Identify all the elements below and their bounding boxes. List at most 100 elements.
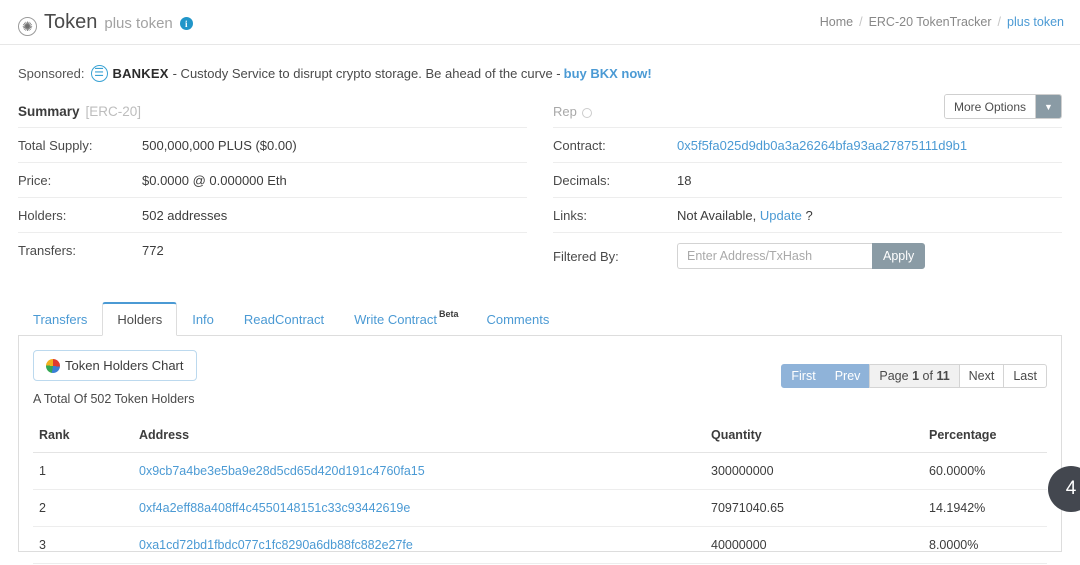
chevron-down-icon[interactable]: ▼ (1035, 95, 1061, 118)
holder-address-link[interactable]: 0x9cb7a4be3e5ba9e28d5cd65d420d191c4760fa… (139, 464, 425, 478)
holder-address-link[interactable]: 0xa1cd72bd1fbdc077c1fc8290a6db88fc882e27… (139, 538, 413, 552)
apply-button[interactable]: Apply (872, 243, 925, 269)
summary-badge: [ERC-20] (86, 104, 142, 119)
row-key: Holders: (18, 208, 142, 223)
tab-holders[interactable]: Holders (102, 302, 177, 336)
column-header-percentage: Percentage (923, 422, 1047, 453)
breadcrumb-separator: / (859, 15, 862, 29)
summary-header: Summary [ERC-20] (18, 96, 527, 128)
details-row-links: Links: Not Available, Update ? (553, 198, 1062, 233)
breadcrumb-separator: / (998, 15, 1001, 29)
page-current: 1 (912, 369, 919, 383)
token-identity: ✺ Token plus token i (18, 11, 193, 34)
table-header-row: Rank Address Quantity Percentage (33, 422, 1047, 453)
column-header-address: Address (133, 422, 705, 453)
tabs-section: Transfers Holders Info ReadContract Writ… (0, 279, 1080, 336)
cell-rank: 3 (33, 527, 133, 564)
pagination: First Prev Page 1 of 11 Next Last (781, 364, 1047, 388)
breadcrumb-home[interactable]: Home (820, 15, 853, 29)
filter-input[interactable] (677, 243, 872, 269)
table-row: 3 0xa1cd72bd1fbdc077c1fc8290a6db88fc882e… (33, 527, 1047, 564)
more-options-button[interactable]: More Options ▼ (944, 94, 1062, 119)
tab-transfers[interactable]: Transfers (18, 302, 102, 336)
cell-quantity: 300000000 (705, 453, 923, 490)
row-key: Transfers: (18, 243, 142, 258)
info-panels: Summary [ERC-20] Total Supply: 500,000,0… (0, 96, 1080, 279)
row-value: 772 (142, 243, 164, 258)
cell-address: 0xf4a2eff88a408ff4c4550148151c33c9344261… (133, 490, 705, 527)
summary-row-holders: Holders: 502 addresses (18, 198, 527, 233)
cell-address: 0x9cb7a4be3e5ba9e28d5cd65d420d191c4760fa… (133, 453, 705, 490)
row-value: $0.0000 @ 0.000000 Eth (142, 173, 287, 188)
column-header-rank: Rank (33, 422, 133, 453)
row-key: Price: (18, 173, 142, 188)
pagination-first-button[interactable]: First (781, 364, 825, 388)
details-panel: Rep More Options ▼ Contract: 0x5f5fa025d… (553, 96, 1062, 279)
tab-label: Write Contract (354, 312, 437, 327)
summary-row-total-supply: Total Supply: 500,000,000 PLUS ($0.00) (18, 128, 527, 163)
cell-percentage: 60.0000% (923, 453, 1047, 490)
cell-percentage: 8.0000% (923, 527, 1047, 564)
sponsored-label: Sponsored: (18, 66, 85, 81)
floating-badge-label: 4 (1066, 478, 1077, 500)
tab-label: ReadContract (244, 312, 324, 327)
tab-beta-badge: Beta (439, 309, 459, 319)
row-key: Contract: (553, 138, 677, 153)
contract-address-link[interactable]: 0x5f5fa025d9db0a3a26264bfa93aa27875111d9… (677, 138, 967, 153)
tab-label: Holders (117, 312, 162, 327)
page-total: 11 (936, 369, 949, 383)
column-header-quantity: Quantity (705, 422, 923, 453)
page-title: Token (44, 11, 97, 34)
links-help: ? (805, 208, 812, 223)
summary-panel: Summary [ERC-20] Total Supply: 500,000,0… (18, 96, 527, 279)
details-header: Rep More Options ▼ (553, 96, 1062, 128)
token-tracker-page: ✺ Token plus token i Home / ERC-20 Token… (0, 0, 1080, 565)
more-options-label: More Options (945, 95, 1035, 118)
summary-title: Summary (18, 104, 80, 119)
page-header: ✺ Token plus token i Home / ERC-20 Token… (0, 0, 1080, 45)
row-value: 18 (677, 173, 691, 188)
breadcrumb: Home / ERC-20 TokenTracker / plus token (820, 15, 1064, 29)
details-row-filtered-by: Filtered By: Apply (553, 233, 1062, 279)
links-update-link[interactable]: Update (760, 208, 802, 223)
row-key: Total Supply: (18, 138, 142, 153)
page-prefix: Page (879, 369, 908, 383)
holder-address-link[interactable]: 0xf4a2eff88a408ff4c4550148151c33c9344261… (139, 501, 410, 515)
cell-rank: 2 (33, 490, 133, 527)
pagination-last-button[interactable]: Last (1003, 364, 1047, 388)
summary-row-price: Price: $0.0000 @ 0.000000 Eth (18, 163, 527, 198)
tab-readcontract[interactable]: ReadContract (229, 302, 339, 336)
pagination-next-button[interactable]: Next (959, 364, 1005, 388)
cell-quantity: 70971040.65 (705, 490, 923, 527)
details-row-decimals: Decimals: 18 (553, 163, 1062, 198)
table-header: Rank Address Quantity Percentage (33, 422, 1047, 453)
pagination-prev-button[interactable]: Prev (825, 364, 871, 388)
circle-icon (582, 108, 592, 118)
pie-chart-icon (46, 359, 60, 373)
sponsor-cta-link[interactable]: buy BKX now! (564, 66, 652, 81)
breadcrumb-tokentracker[interactable]: ERC-20 TokenTracker (869, 15, 992, 29)
tab-comments[interactable]: Comments (471, 302, 564, 336)
row-key: Decimals: (553, 173, 677, 188)
cell-quantity: 40000000 (705, 527, 923, 564)
token-holders-chart-button[interactable]: Token Holders Chart (33, 350, 197, 381)
page-middle: of (923, 369, 933, 383)
tab-info[interactable]: Info (177, 302, 229, 336)
cell-rank: 1 (33, 453, 133, 490)
sponsored-banner: Sponsored: ☰ BANKEX - Custody Service to… (0, 45, 1080, 96)
holders-panel: Token Holders Chart A Total Of 502 Token… (18, 336, 1062, 552)
table-body: 1 0x9cb7a4be3e5ba9e28d5cd65d420d191c4760… (33, 453, 1047, 564)
row-key: Filtered By: (553, 249, 677, 264)
info-icon[interactable]: i (180, 17, 193, 30)
tab-write-contract[interactable]: Write ContractBeta (339, 302, 471, 336)
summary-row-transfers: Transfers: 772 (18, 233, 527, 268)
tab-label: Info (192, 312, 214, 327)
table-row: 1 0x9cb7a4be3e5ba9e28d5cd65d420d191c4760… (33, 453, 1047, 490)
breadcrumb-current[interactable]: plus token (1007, 15, 1064, 29)
cell-percentage: 14.1942% (923, 490, 1047, 527)
rep-label: Rep (553, 104, 577, 119)
cell-address: 0xa1cd72bd1fbdc077c1fc8290a6db88fc882e27… (133, 527, 705, 564)
row-value: 500,000,000 PLUS ($0.00) (142, 138, 297, 153)
sponsor-brand: BANKEX (113, 66, 169, 81)
tab-label: Transfers (33, 312, 87, 327)
